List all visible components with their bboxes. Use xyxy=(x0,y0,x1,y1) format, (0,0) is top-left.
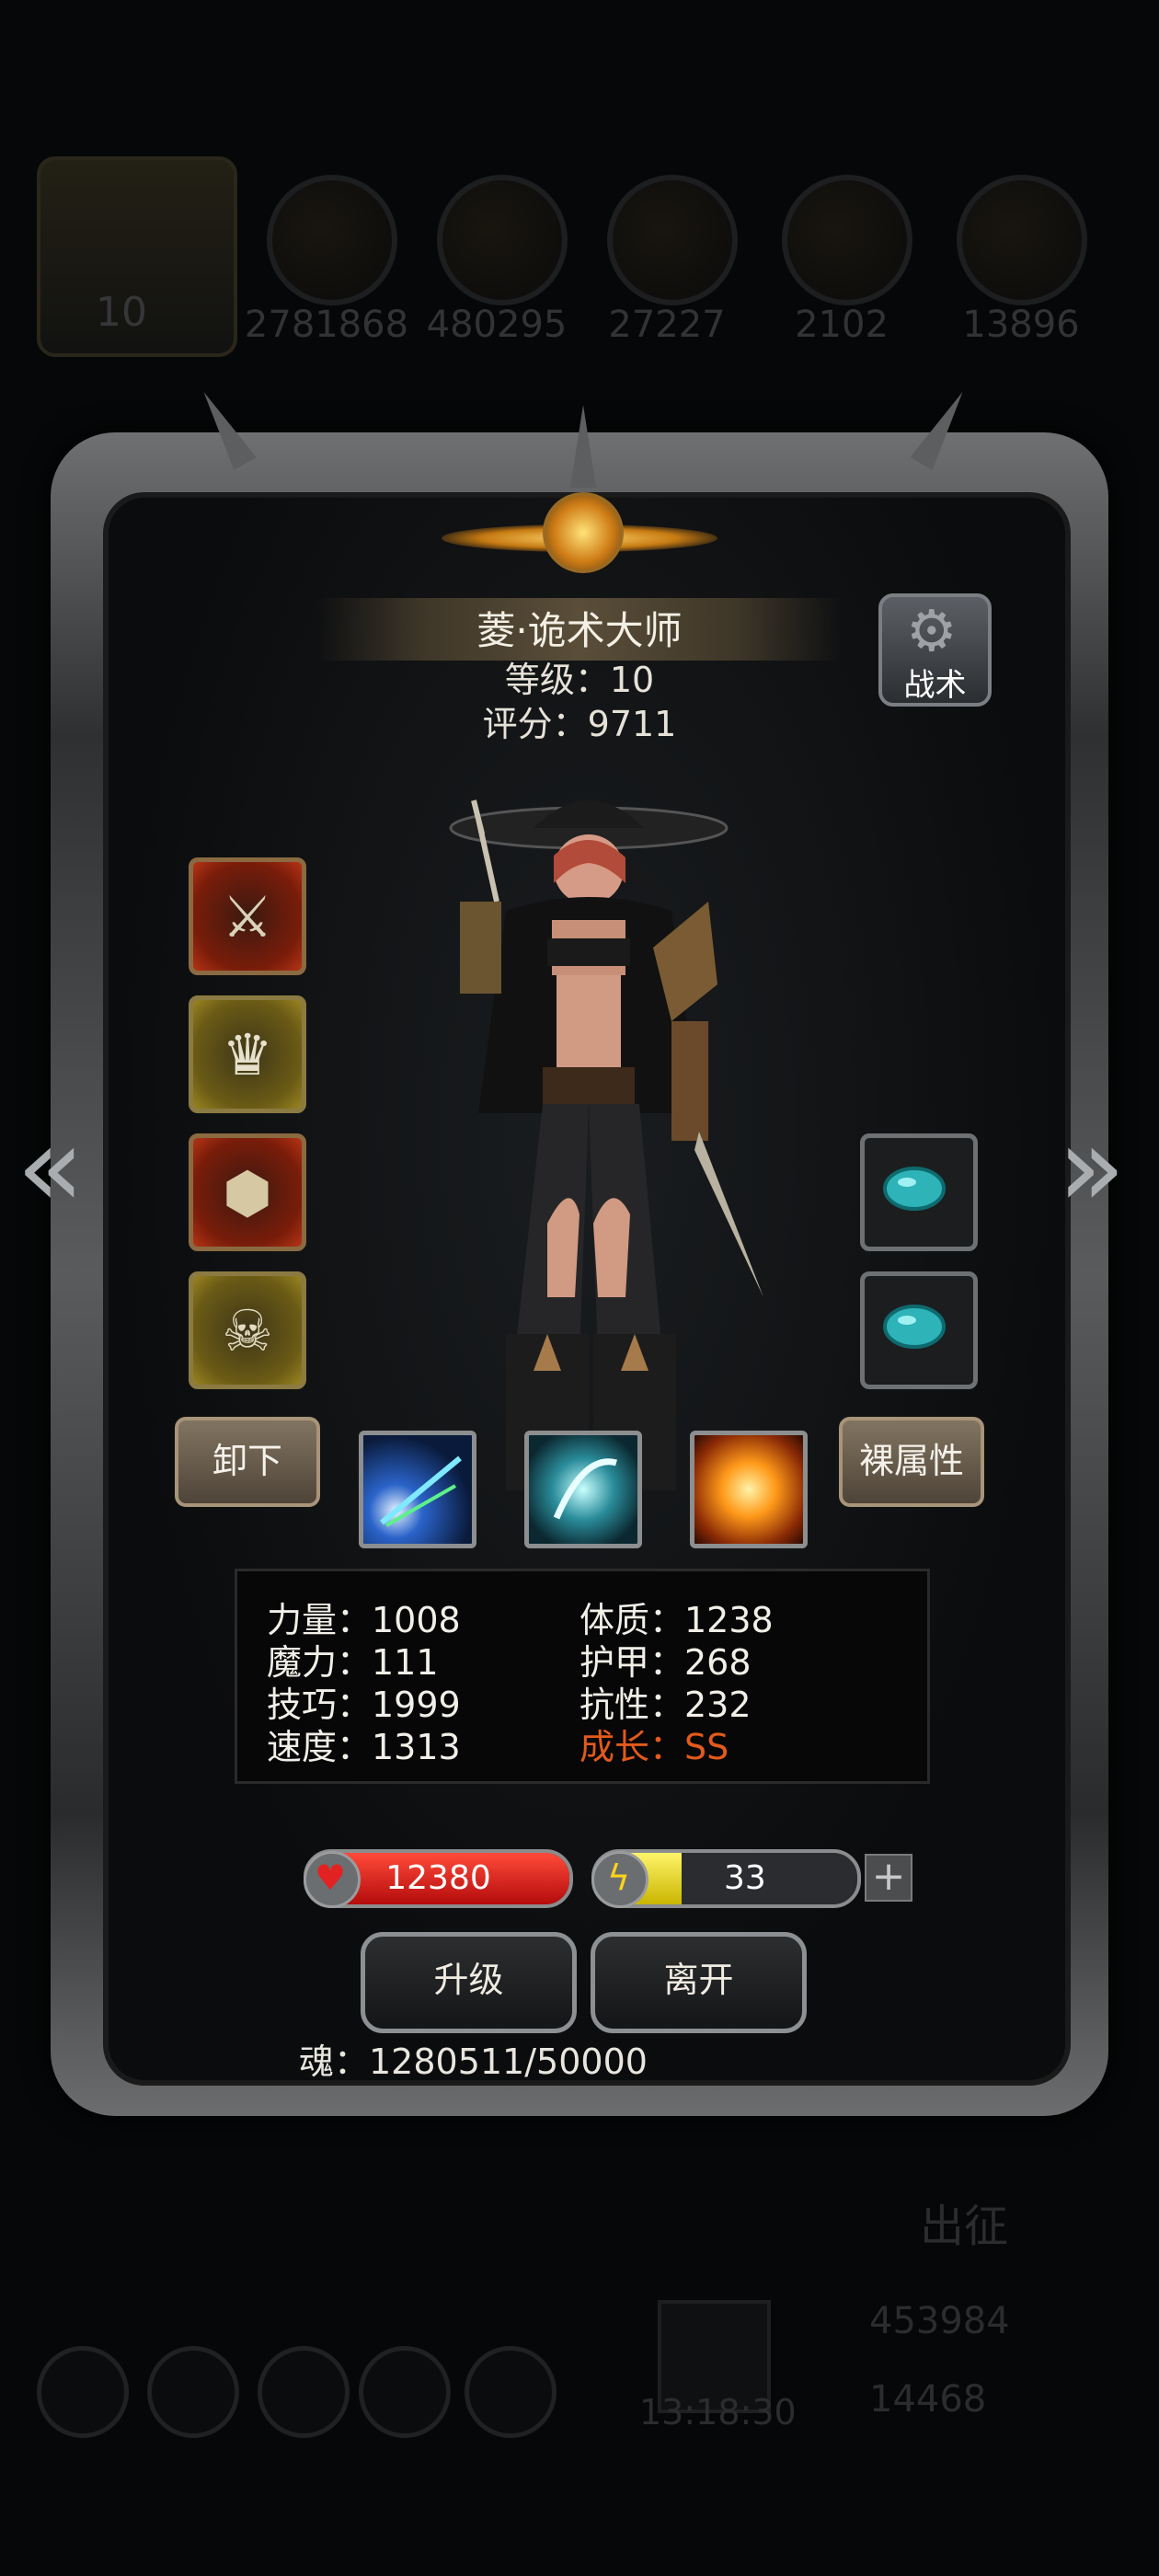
soul-counter: 魂：1280511/50000 xyxy=(299,2041,648,2082)
turquoise-gem-icon xyxy=(883,1167,946,1211)
stats-panel: 力量：1008 体质：1238 魔力：111 护甲：268 技巧：1999 抗性… xyxy=(235,1569,930,1784)
crystal-icon xyxy=(782,175,912,305)
star-emblem-icon xyxy=(543,492,624,573)
equip-slot-armor[interactable]: ⬢ xyxy=(189,1133,306,1251)
character-name: 菱·诡术大师 xyxy=(476,608,683,653)
equip-slot-gem-2[interactable] xyxy=(860,1271,978,1389)
stat-speed: 速度：1313 xyxy=(267,1727,461,1767)
bread-icon xyxy=(437,175,568,305)
equip-slot-gem-1[interactable] xyxy=(860,1133,978,1251)
coin-stack-icon xyxy=(267,175,397,305)
iron-ingot-icon xyxy=(607,175,738,305)
resource-value-1: 2781868 xyxy=(244,304,409,346)
panel-emblem xyxy=(442,488,717,589)
blue-light-beam-skill-icon xyxy=(380,1455,462,1527)
equip-slot-weapon[interactable]: ⚔ xyxy=(189,857,306,975)
equip-slot-helmet[interactable]: ♛ xyxy=(189,995,306,1113)
skull-mask-icon: ☠ xyxy=(222,1296,273,1364)
frame-spike xyxy=(570,405,596,488)
gear-icon: ⚙ xyxy=(906,597,958,664)
bg-expedition: 出征 xyxy=(920,2201,1009,2252)
skill-slot-1[interactable] xyxy=(359,1431,476,1548)
resource-value-2: 480295 xyxy=(426,304,568,346)
bg-round-button-2 xyxy=(147,2346,239,2438)
resource-bar: 10 2781868 480295 27227 2102 13896 xyxy=(0,156,1159,368)
character-score: 评分：9711 xyxy=(482,704,677,744)
lightning-icon: ϟ xyxy=(591,1851,648,1908)
bg-timer: 13:18:30 xyxy=(639,2392,797,2432)
skill-slot-3[interactable] xyxy=(690,1431,808,1548)
wood-icon xyxy=(957,175,1087,305)
upgrade-button[interactable]: 升级 xyxy=(361,1932,577,2033)
cyan-slash-skill-icon xyxy=(553,1458,617,1520)
skill-slot-2[interactable] xyxy=(524,1431,642,1548)
equip-slot-accessory[interactable]: ☠ xyxy=(189,1271,306,1389)
player-avatar: 10 xyxy=(37,156,237,357)
previous-character-arrow-icon[interactable]: « xyxy=(17,1113,84,1224)
tactics-label: 战术 xyxy=(903,667,967,704)
heart-icon: ♥ xyxy=(304,1851,361,1908)
resource-value-3: 27227 xyxy=(608,304,726,346)
energy-value: 33 xyxy=(724,1859,766,1897)
leave-button[interactable]: 离开 xyxy=(591,1932,807,2033)
scythe-weapon-icon: ⚔ xyxy=(222,882,273,950)
turquoise-gem-icon xyxy=(883,1305,946,1349)
fire-burst-skill-icon xyxy=(694,1435,803,1544)
bg-round-button-1 xyxy=(37,2346,129,2438)
stat-growth: 成长：SS xyxy=(580,1727,729,1767)
character-level: 等级：10 xyxy=(504,660,655,700)
horned-helmet-icon: ♛ xyxy=(222,1020,273,1088)
bg-round-button-4 xyxy=(359,2346,451,2438)
bg-gold: 453984 xyxy=(869,2300,1010,2342)
bg-round-button-5 xyxy=(465,2346,557,2438)
resource-value-5: 13896 xyxy=(962,304,1080,346)
unequip-button[interactable]: 卸下 xyxy=(175,1417,320,1507)
next-character-arrow-icon[interactable]: » xyxy=(1058,1113,1125,1224)
character-portrait xyxy=(449,799,763,1490)
level-badge: 10 xyxy=(96,289,147,336)
add-energy-button[interactable]: + xyxy=(865,1854,912,1902)
round-shield-icon: ⬢ xyxy=(222,1158,273,1226)
base-attributes-button[interactable]: 裸属性 xyxy=(839,1417,984,1507)
tactics-button[interactable]: ⚙ 战术 xyxy=(878,593,992,707)
bg-gems: 14468 xyxy=(869,2378,987,2421)
resource-value-4: 2102 xyxy=(795,304,889,346)
bg-round-button-3 xyxy=(258,2346,350,2438)
